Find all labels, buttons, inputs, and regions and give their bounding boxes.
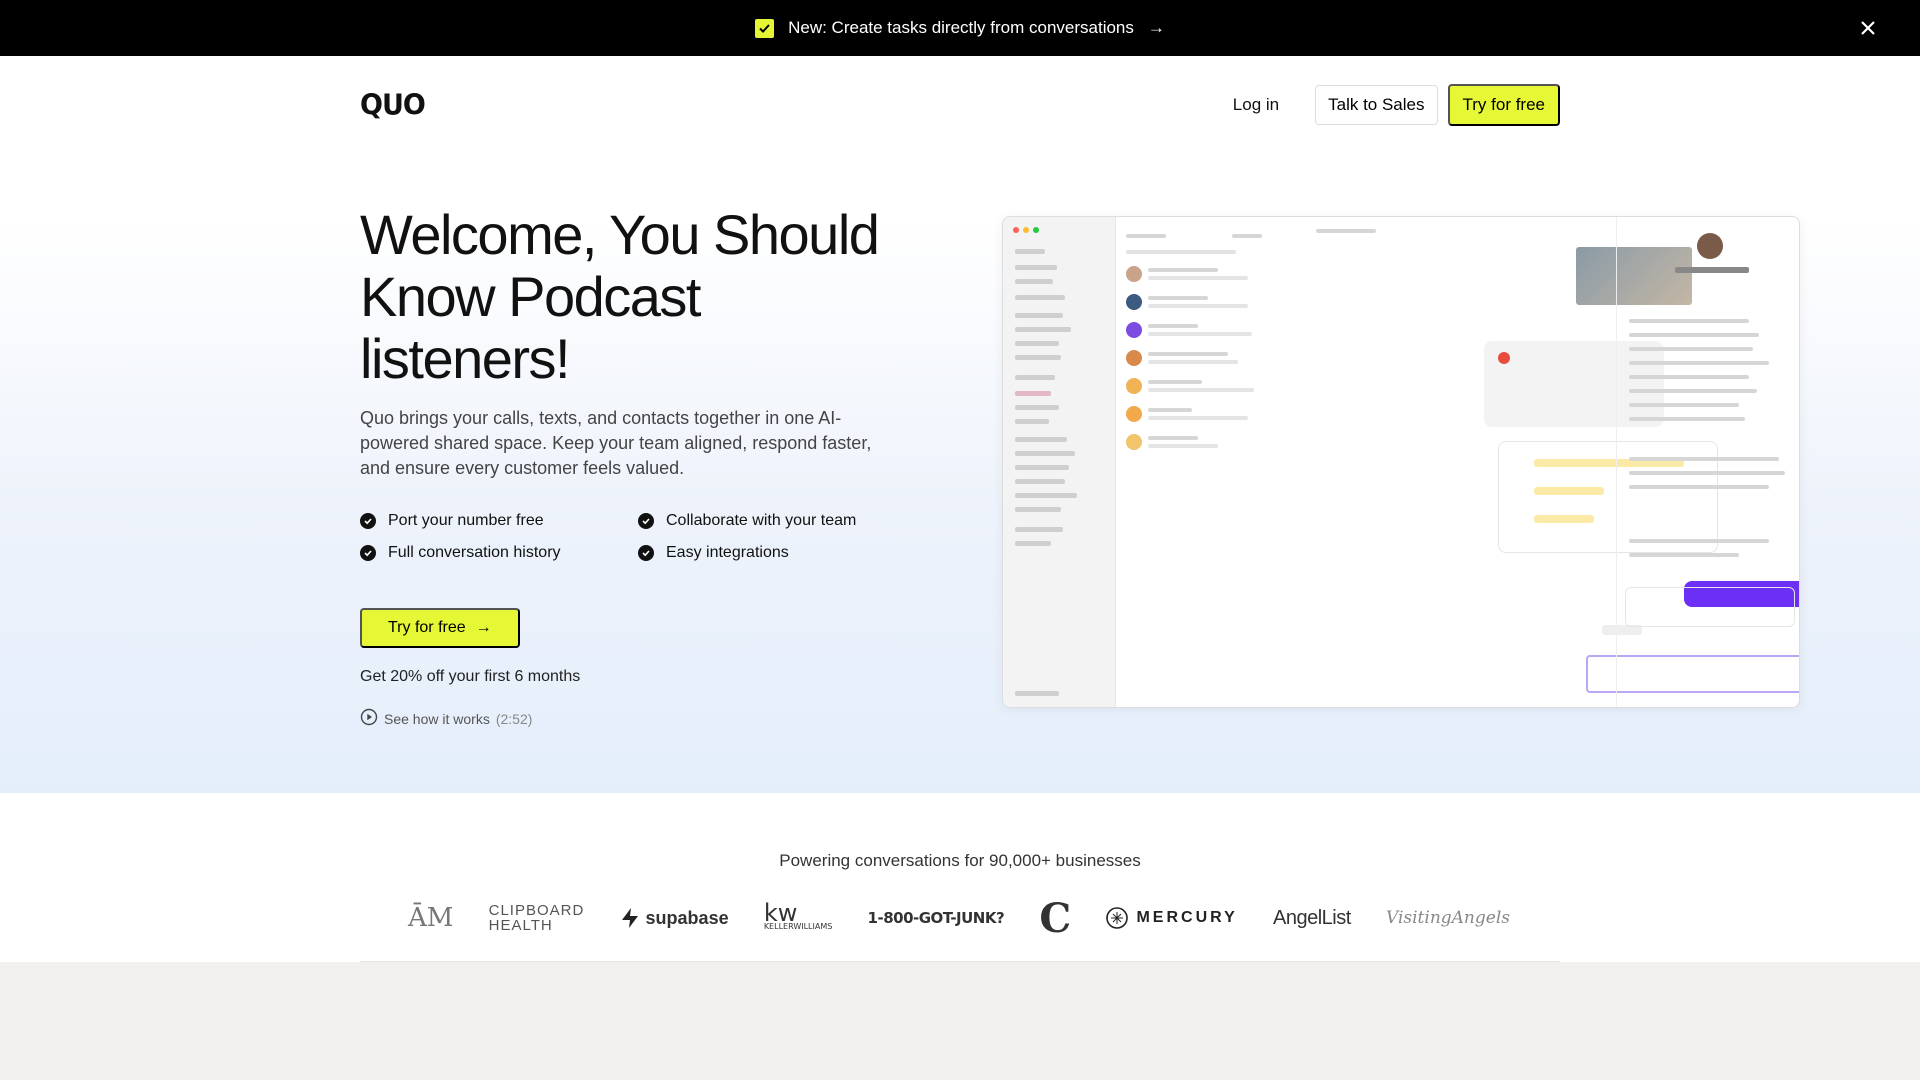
- play-circle-icon: [360, 708, 378, 729]
- logo-row: ĀM CLIPBOARD HEALTH supabase kw KELLERWI…: [360, 893, 1560, 943]
- feature-label: Easy integrations: [666, 544, 789, 561]
- feature-list: Port your number free Collaborate with y…: [360, 512, 920, 562]
- mercury-logo: MERCURY: [1106, 907, 1237, 929]
- mock-chat-pane: [1286, 217, 1799, 707]
- mercury-emblem-icon: [1106, 907, 1129, 929]
- feature-label: Collaborate with your team: [666, 512, 857, 529]
- try-for-free-nav-button[interactable]: Try for free: [1447, 84, 1560, 126]
- see-how-it-works-link[interactable]: See how it works (2:52): [360, 708, 532, 729]
- mock-contact-panel: [1616, 217, 1799, 707]
- supabase-bolt-icon: [621, 908, 638, 928]
- check-circle-icon: [638, 545, 654, 561]
- announcement-text: New: Create tasks directly from conversa…: [788, 18, 1134, 37]
- visiting-angels-logo: VisitingAngels: [1385, 908, 1510, 928]
- quo-logo[interactable]: QUO: [360, 89, 426, 122]
- angellist-logo: AngelList: [1272, 906, 1351, 929]
- keller-williams-logo: kw KELLERWILLIAMS: [763, 899, 833, 931]
- customer-logos-section: Powering conversations for 90,000+ busin…: [0, 793, 1920, 962]
- announcement-link[interactable]: New: Create tasks directly from conversa…: [755, 18, 1165, 38]
- check-circle-icon: [638, 513, 654, 529]
- c-logo: C: [1039, 894, 1072, 942]
- window-controls: [1013, 227, 1039, 233]
- product-screenshot: [1002, 216, 1800, 708]
- try-for-free-button[interactable]: Try for free →: [360, 608, 520, 648]
- page-title: Welcome, You Should Know Podcast listene…: [360, 203, 880, 390]
- video-label: See how it works: [384, 710, 490, 727]
- check-circle-icon: [360, 513, 376, 529]
- arrow-right-icon: →: [1147, 18, 1165, 37]
- nav-actions: Log in Talk to Sales Try for free: [1217, 84, 1560, 126]
- feature-item: Full conversation history: [360, 544, 638, 562]
- top-nav: QUO Log in Talk to Sales Try for free: [360, 82, 1560, 128]
- cta-label: Try for free: [388, 619, 466, 636]
- hero-description: Quo brings your calls, texts, and contac…: [360, 408, 872, 478]
- got-junk-logo: 1-800-GOT-JUNK?: [867, 909, 1005, 927]
- close-icon[interactable]: [1856, 16, 1880, 40]
- video-duration: (2:52): [495, 710, 533, 727]
- discount-text: Get 20% off your first 6 months: [360, 668, 581, 685]
- talk-to-sales-button[interactable]: Talk to Sales: [1315, 85, 1438, 125]
- supabase-logo: supabase: [620, 907, 729, 929]
- mock-conversation-list: [1116, 217, 1286, 707]
- divider: [360, 961, 1560, 962]
- mock-sidebar: [1003, 217, 1116, 707]
- texas-am-logo: ĀM: [408, 903, 454, 933]
- announcement-bar: New: Create tasks directly from conversa…: [0, 0, 1920, 56]
- checkbox-check-icon: [755, 18, 775, 38]
- clipboard-health-logo: CLIPBOARD HEALTH: [488, 902, 585, 934]
- feature-item: Collaborate with your team: [638, 512, 898, 530]
- powering-text: Powering conversations for 90,000+ busin…: [779, 851, 1141, 870]
- login-link[interactable]: Log in: [1217, 85, 1295, 125]
- feature-item: Easy integrations: [638, 544, 898, 562]
- arrow-right-icon: →: [475, 619, 492, 636]
- feature-label: Port your number free: [388, 512, 544, 529]
- hero-section: QUO Log in Talk to Sales Try for free We…: [0, 56, 1920, 793]
- feature-label: Full conversation history: [388, 544, 561, 561]
- check-circle-icon: [360, 545, 376, 561]
- feature-item: Port your number free: [360, 512, 638, 530]
